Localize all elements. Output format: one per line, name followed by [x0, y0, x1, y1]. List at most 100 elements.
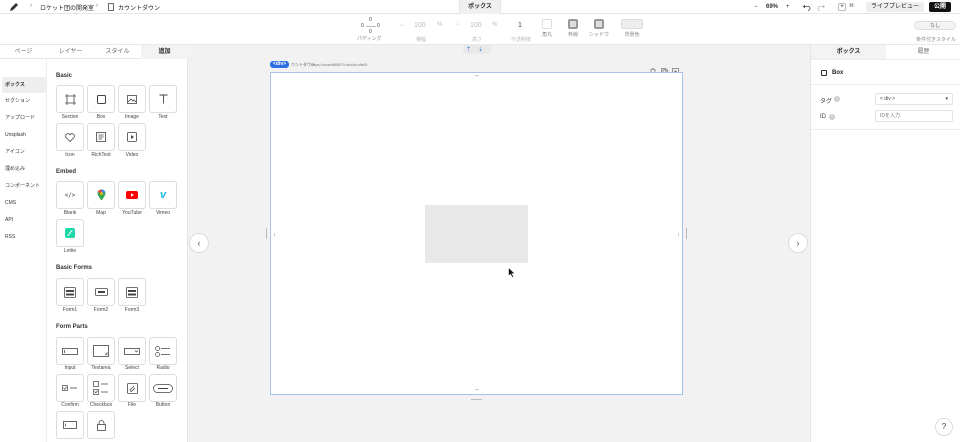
tile-radio[interactable] — [149, 337, 177, 365]
canvas-url[interactable]: https://cuan866879.studio.site/5 — [311, 62, 367, 67]
height-value[interactable]: 100 — [470, 22, 482, 29]
tile-label: Text — [158, 114, 168, 120]
tile-form3[interactable] — [118, 278, 146, 306]
bottom-gutter-handle[interactable] — [471, 399, 482, 400]
tile-vimeo[interactable]: v — [149, 181, 177, 209]
tab-layers[interactable]: レイヤー — [47, 45, 94, 59]
padding-top-value[interactable]: 0 — [369, 17, 372, 23]
nav-item-upload[interactable]: アップロード — [2, 110, 46, 126]
tile-box[interactable] — [87, 85, 115, 113]
zoom-level[interactable]: 69% — [766, 2, 778, 12]
tile-form-part-extra[interactable] — [56, 411, 84, 439]
nav-item-component[interactable]: コンポーネント — [2, 178, 46, 194]
tile-input[interactable] — [56, 337, 84, 365]
left-gutter-handle[interactable] — [266, 228, 267, 239]
chevron-right-icon: › — [30, 3, 32, 9]
tile-form-part-extra[interactable] — [87, 411, 115, 439]
box-component-icon — [821, 70, 827, 76]
live-preview-button[interactable]: ライブプレビュー — [866, 2, 925, 12]
top-bar: › ロケット団の開発室 › カウントダウン ボックス − 69% + + ⌘ ラ… — [0, 0, 960, 14]
tile-text[interactable] — [149, 85, 177, 113]
tile-section[interactable] — [56, 85, 84, 113]
nav-item-rss[interactable]: RSS — [2, 229, 46, 245]
nav-item-box[interactable]: ボックス — [2, 77, 46, 93]
width-unit[interactable]: % — [437, 22, 442, 28]
tile-label: Button — [155, 402, 171, 408]
tile-blank[interactable]: </> — [56, 181, 84, 209]
resize-handle-left[interactable] — [272, 233, 275, 236]
publish-button[interactable]: 公開 — [929, 2, 952, 12]
opacity-value[interactable]: 1 — [518, 22, 522, 29]
tab-add[interactable]: 追加 — [141, 45, 188, 59]
tab-box[interactable]: ボックス — [459, 0, 501, 14]
tile-button[interactable] — [149, 374, 177, 402]
zoom-out-button[interactable]: − — [754, 2, 758, 12]
countdown-box-placeholder[interactable] — [425, 205, 528, 263]
tab-history[interactable]: 履歴 — [886, 45, 960, 59]
resize-handle-bottom[interactable] — [475, 389, 479, 392]
padding-control[interactable]: 0 0 0 0 パディング — [355, 17, 385, 43]
add-button[interactable]: + — [838, 3, 846, 11]
prev-arrow-button[interactable]: ‹ — [189, 233, 209, 253]
shadow-label: シャドウ — [588, 32, 609, 38]
section-title-embed: Embed — [56, 169, 77, 175]
tile-image[interactable] — [118, 85, 146, 113]
select-icon — [124, 347, 140, 355]
zoom-in-button[interactable]: + — [786, 2, 790, 12]
tile-confirm[interactable] — [56, 374, 84, 402]
next-arrow-button[interactable]: › — [788, 233, 808, 253]
nav-item-embed[interactable]: 埋め込み — [2, 161, 46, 177]
tile-label: Lottie — [63, 248, 77, 254]
move-up-icon[interactable]: ⇡ — [466, 46, 471, 53]
undo-icon[interactable] — [802, 3, 811, 13]
tab-style[interactable]: スタイル — [94, 45, 141, 59]
shadow-control[interactable]: シャドウ — [584, 17, 614, 43]
nav-item-cms[interactable]: CMS — [2, 195, 46, 211]
selected-element-tag[interactable]: <div> — [270, 61, 290, 68]
pen-icon[interactable] — [9, 2, 19, 14]
nav-item-api[interactable]: API — [2, 212, 46, 228]
tile-form2[interactable] — [87, 278, 115, 306]
width-value[interactable]: 100 — [414, 22, 426, 29]
tile-file[interactable] — [118, 374, 146, 402]
nav-item-unsplash[interactable]: Unsplash — [2, 127, 46, 143]
padding-left-value[interactable]: 0 — [361, 23, 364, 29]
left-panel-tabs: ページ レイヤー スタイル 追加 — [0, 45, 188, 59]
condition-select[interactable]: なし — [914, 21, 956, 30]
tile-textarea[interactable] — [87, 337, 115, 365]
tile-richtext[interactable] — [87, 123, 115, 151]
nav-item-icon[interactable]: アイコン — [2, 144, 46, 160]
id-input[interactable] — [875, 110, 953, 122]
button-icon — [153, 383, 173, 393]
info-icon[interactable]: ? — [834, 96, 840, 102]
resize-handle-top[interactable] — [475, 73, 479, 76]
tile-form1[interactable] — [56, 278, 84, 306]
tile-checkbox[interactable] — [87, 374, 115, 402]
tile-icon[interactable] — [56, 123, 84, 151]
tile-video[interactable] — [118, 123, 146, 151]
resize-handle-right[interactable] — [678, 233, 681, 236]
move-down-icon[interactable]: ⇣ — [478, 46, 483, 53]
info-icon[interactable]: ? — [829, 114, 835, 120]
tab-page[interactable]: ページ — [0, 45, 47, 59]
tag-select[interactable]: < div > ▾ — [875, 93, 953, 105]
tile-label: Input — [64, 365, 76, 371]
padding-right-value[interactable]: 0 — [377, 23, 380, 29]
breadcrumb-project[interactable]: ロケット団の開発室 — [40, 3, 94, 12]
tab-box-properties[interactable]: ボックス — [811, 45, 886, 59]
nav-item-section[interactable]: セクション — [2, 93, 46, 109]
right-gutter-handle[interactable] — [686, 228, 687, 239]
tile-lottie[interactable] — [56, 219, 84, 247]
background-color-control[interactable]: 背景色 — [617, 17, 647, 43]
canvas-top-handle[interactable]: ⇡ ⇣ — [463, 45, 491, 54]
height-unit[interactable]: % — [492, 22, 497, 28]
add-category-nav: ボックス セクション アップロード Unsplash アイコン 埋め込み コンポ… — [0, 59, 47, 442]
breadcrumb-page[interactable]: カウントダウン — [118, 3, 160, 12]
tile-select[interactable] — [118, 337, 146, 365]
code-icon: </> — [64, 191, 76, 199]
caret-down-icon: ▾ — [945, 96, 948, 102]
tile-map[interactable] — [87, 181, 115, 209]
tile-youtube[interactable] — [118, 181, 146, 209]
redo-icon[interactable] — [817, 3, 826, 13]
help-button[interactable]: ? — [935, 418, 953, 436]
